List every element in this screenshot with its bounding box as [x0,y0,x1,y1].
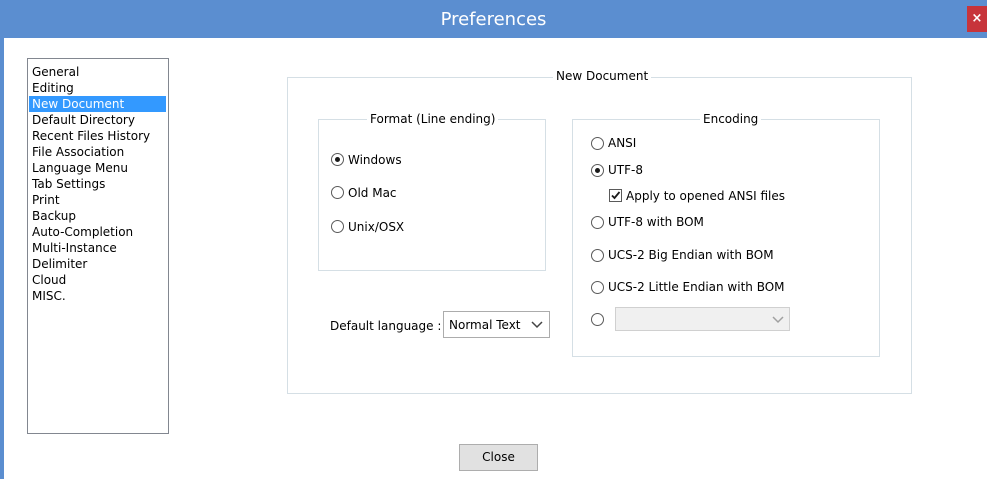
new-document-group-title: New Document [553,69,652,83]
format-windows-label[interactable]: Windows [348,153,402,167]
close-button[interactable]: Close [459,444,538,471]
encoding-utf8-bom-radio[interactable] [591,216,604,229]
format-unix-osx-label[interactable]: Unix/OSX [348,220,404,234]
default-language-select[interactable]: Normal Text [443,311,550,338]
encoding-utf8-radio[interactable] [591,164,604,177]
title-bar: Preferences × [0,0,987,38]
chevron-down-icon [531,321,543,329]
encoding-utf8-label[interactable]: UTF-8 [608,163,643,177]
format-old-mac-label[interactable]: Old Mac [348,186,397,200]
format-old-mac-radio[interactable] [331,186,344,199]
encoding-ucs2-le-label[interactable]: UCS-2 Little Endian with BOM [608,280,785,294]
chevron-down-icon [772,316,784,324]
window-close-button[interactable]: × [967,6,987,32]
category-item-tab-settings[interactable]: Tab Settings [32,176,105,192]
encoding-group-title: Encoding [700,112,762,126]
category-item-file-association[interactable]: File Association [32,144,124,160]
format-windows-radio[interactable] [331,153,344,166]
category-item-general[interactable]: General [32,64,79,80]
format-group-title: Format (Line ending) [367,112,499,126]
category-item-new-document[interactable]: New Document [29,96,166,112]
encoding-ansi-radio[interactable] [591,137,604,150]
window-left-border [0,38,4,479]
encoding-ucs2-be-radio[interactable] [591,249,604,262]
encoding-ucs2-le-radio[interactable] [591,281,604,294]
encoding-other-select[interactable] [615,307,790,331]
encoding-other-radio[interactable] [591,313,604,326]
category-item-delimiter[interactable]: Delimiter [32,256,87,272]
encoding-utf8-bom-label[interactable]: UTF-8 with BOM [608,215,704,229]
category-item-auto-completion[interactable]: Auto-Completion [32,224,133,240]
default-language-value: Normal Text [449,318,521,332]
category-item-backup[interactable]: Backup [32,208,76,224]
checkmark-icon [611,191,621,200]
window-title: Preferences [440,9,547,30]
apply-ansi-label[interactable]: Apply to opened ANSI files [626,189,785,203]
preferences-category-list[interactable]: General Editing New Document Default Dir… [27,58,169,434]
format-unix-osx-radio[interactable] [331,220,344,233]
category-item-multi-instance[interactable]: Multi-Instance [32,240,117,256]
category-item-language-menu[interactable]: Language Menu [32,160,128,176]
category-item-editing[interactable]: Editing [32,80,74,96]
category-item-cloud[interactable]: Cloud [32,272,66,288]
category-item-misc[interactable]: MISC. [32,288,66,304]
default-language-label: Default language : [330,319,442,333]
category-item-default-directory[interactable]: Default Directory [32,112,135,128]
category-item-recent-files-history[interactable]: Recent Files History [32,128,150,144]
apply-ansi-checkbox[interactable] [609,189,622,202]
category-item-print[interactable]: Print [32,192,60,208]
encoding-ansi-label[interactable]: ANSI [608,136,636,150]
encoding-ucs2-be-label[interactable]: UCS-2 Big Endian with BOM [608,248,774,262]
